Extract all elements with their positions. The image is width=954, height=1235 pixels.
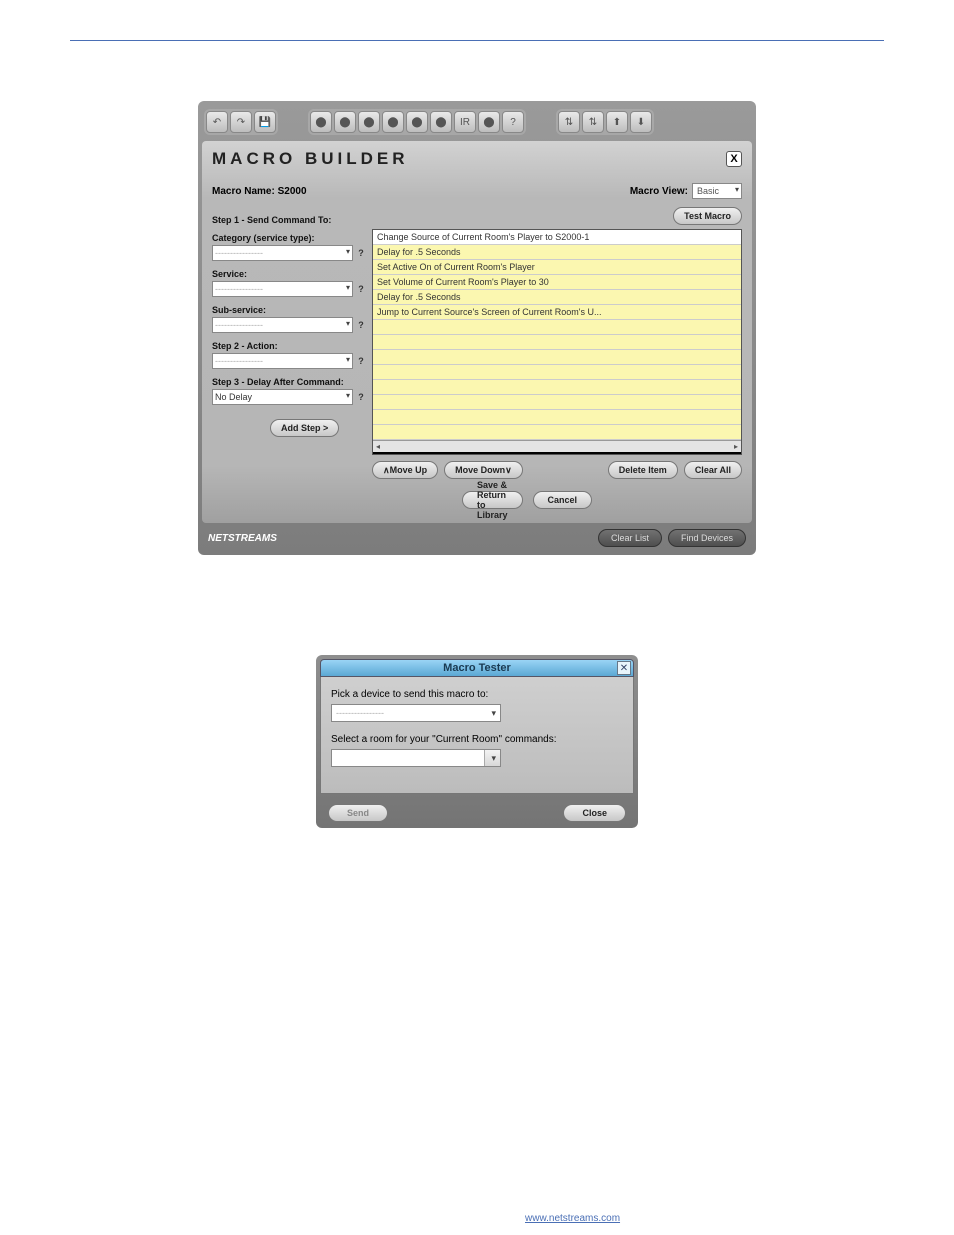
tool-icon[interactable]: ⬤: [334, 111, 356, 133]
tool-icon[interactable]: ⬤: [406, 111, 428, 133]
tool-icon[interactable]: ⬤: [478, 111, 500, 133]
logo: NETSTREAMS: [208, 533, 277, 544]
redo-icon[interactable]: ↷: [230, 111, 252, 133]
macro-view-select[interactable]: Basic: [692, 183, 742, 199]
macro-tester-header: Macro Tester ✕: [320, 659, 634, 677]
tool-icon[interactable]: ⬤: [310, 111, 332, 133]
macro-view-label: Macro View:: [630, 186, 688, 197]
tool-icon[interactable]: ⬤: [382, 111, 404, 133]
subservice-select[interactable]: ----------------: [212, 317, 353, 333]
macro-name-value: S2000: [278, 186, 307, 197]
macro-builder-window: ↶ ↷ 💾 ⬤ ⬤ ⬤ ⬤ ⬤ ⬤ IR ⬤ ? ⇅ ⇅ ⬆ ⬇: [198, 101, 756, 555]
delete-item-button[interactable]: Delete Item: [608, 461, 678, 479]
help-icon[interactable]: ?: [356, 284, 366, 294]
net-icon[interactable]: ⬇: [630, 111, 652, 133]
add-step-button[interactable]: Add Step >: [270, 419, 339, 437]
macro-tester-window: Macro Tester ✕ Pick a device to send thi…: [316, 655, 638, 828]
step-row-empty: [373, 320, 741, 335]
step-row-empty: [373, 395, 741, 410]
close-icon[interactable]: ✕: [617, 661, 631, 675]
step-row[interactable]: Change Source of Current Room's Player t…: [373, 230, 741, 245]
step-row[interactable]: Set Volume of Current Room's Player to 3…: [373, 275, 741, 290]
help-icon[interactable]: ?: [356, 392, 366, 402]
tool-icon[interactable]: ⬤: [430, 111, 452, 133]
close-button[interactable]: Close: [563, 804, 626, 822]
macro-builder-panel: MACRO BUILDER X Macro Name: S2000 Macro …: [202, 141, 752, 523]
step-row[interactable]: Delay for .5 Seconds: [373, 245, 741, 260]
move-up-button[interactable]: ∧ Move Up: [372, 461, 438, 479]
toolbar-group-main: ⬤ ⬤ ⬤ ⬤ ⬤ ⬤ IR ⬤ ?: [308, 109, 526, 135]
help-icon[interactable]: ?: [502, 111, 524, 133]
save-return-button[interactable]: Save & Return to Library: [462, 491, 523, 509]
select-room-label: Select a room for your "Current Room" co…: [331, 734, 623, 745]
pick-device-label: Pick a device to send this macro to:: [331, 689, 623, 700]
send-button[interactable]: Send: [328, 804, 388, 822]
action-select[interactable]: ----------------: [212, 353, 353, 369]
close-icon[interactable]: X: [726, 151, 742, 167]
find-devices-button[interactable]: Find Devices: [668, 529, 746, 547]
category-select[interactable]: ----------------: [212, 245, 353, 261]
status-bar: NETSTREAMS Clear List Find Devices: [202, 529, 752, 547]
toolbar-group-net: ⇅ ⇅ ⬆ ⬇: [556, 109, 654, 135]
undo-icon[interactable]: ↶: [206, 111, 228, 133]
steps-list: Change Source of Current Room's Player t…: [372, 229, 742, 455]
macro-tester-body: Pick a device to send this macro to: ---…: [320, 677, 634, 794]
step3-label: Step 3 - Delay After Command:: [212, 377, 366, 387]
step2-label: Step 2 - Action:: [212, 341, 366, 351]
net-icon[interactable]: ⬆: [606, 111, 628, 133]
net-icon[interactable]: ⇅: [558, 111, 580, 133]
move-down-button[interactable]: Move Down ∨: [444, 461, 523, 479]
step-row-empty: [373, 365, 741, 380]
step-row[interactable]: Jump to Current Source's Screen of Curre…: [373, 305, 741, 320]
ir-icon[interactable]: IR: [454, 111, 476, 133]
macro-tester-title: Macro Tester: [321, 662, 633, 674]
help-icon[interactable]: ?: [356, 356, 366, 366]
macro-tester-footer: Send Close: [320, 794, 634, 824]
step-row-empty: [373, 335, 741, 350]
device-select[interactable]: ----------------: [331, 704, 501, 722]
subservice-label: Sub-service:: [212, 305, 366, 315]
step-row-empty: [373, 350, 741, 365]
step-row[interactable]: Delay for .5 Seconds: [373, 290, 741, 305]
step-row[interactable]: Set Active On of Current Room's Player: [373, 260, 741, 275]
step1-label: Step 1 - Send Command To:: [212, 215, 366, 225]
net-icon[interactable]: ⇅: [582, 111, 604, 133]
panel-title: MACRO BUILDER: [212, 149, 409, 169]
step-row-empty: [373, 410, 741, 425]
header-rule: [70, 40, 884, 41]
right-column: Test Macro Change Source of Current Room…: [372, 207, 742, 479]
toolbar: ↶ ↷ 💾 ⬤ ⬤ ⬤ ⬤ ⬤ ⬤ IR ⬤ ? ⇅ ⇅ ⬆ ⬇: [202, 105, 752, 141]
service-select[interactable]: ----------------: [212, 281, 353, 297]
clear-list-button[interactable]: Clear List: [598, 529, 662, 547]
save-icon[interactable]: 💾: [254, 111, 276, 133]
horizontal-scrollbar[interactable]: ◂▸: [373, 440, 741, 452]
clear-all-button[interactable]: Clear All: [684, 461, 742, 479]
room-select[interactable]: [331, 749, 501, 767]
delay-select[interactable]: No Delay: [212, 389, 353, 405]
cancel-button[interactable]: Cancel: [533, 491, 593, 509]
left-column: Step 1 - Send Command To: Category (serv…: [212, 207, 366, 479]
footer-link[interactable]: www.netstreams.com: [525, 1213, 620, 1224]
macro-name-label: Macro Name:: [212, 186, 275, 197]
category-label: Category (service type):: [212, 233, 366, 243]
macro-view: Macro View: Basic: [630, 183, 742, 199]
toolbar-group-file: ↶ ↷ 💾: [204, 109, 278, 135]
macro-name: Macro Name: S2000: [212, 186, 307, 197]
help-icon[interactable]: ?: [356, 248, 366, 258]
service-label: Service:: [212, 269, 366, 279]
step-row-empty: [373, 380, 741, 395]
test-macro-button[interactable]: Test Macro: [673, 207, 742, 225]
help-icon[interactable]: ?: [356, 320, 366, 330]
step-row-empty: [373, 425, 741, 440]
tool-icon[interactable]: ⬤: [358, 111, 380, 133]
